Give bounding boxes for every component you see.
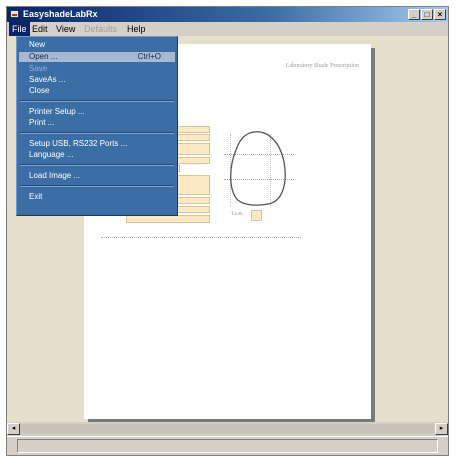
maximize-button[interactable]: □	[421, 9, 433, 20]
app-window: EasyshadeLabRx _ □ × File Edit View Defa…	[6, 6, 449, 456]
menu-item-save[interactable]: Save	[19, 64, 175, 74]
menu-separator	[20, 132, 174, 134]
menu-item-new[interactable]: New	[19, 40, 175, 50]
horizontal-scrollbar[interactable]: ◂ ▸	[7, 422, 448, 436]
menu-item-exit[interactable]: Exit	[19, 192, 175, 202]
menu-bar: File Edit View Defaults Help	[7, 22, 448, 36]
menu-item-saveas[interactable]: SaveAs ...	[19, 75, 175, 85]
file-dropdown-menu: New Open ... Ctrl+O Save SaveAs ... Close…	[16, 36, 178, 216]
menu-separator	[20, 100, 174, 102]
menu-view[interactable]: View	[53, 22, 78, 36]
menu-item-close[interactable]: Close	[19, 86, 175, 96]
menu-item-print[interactable]: Print ...	[19, 118, 175, 128]
menu-edit[interactable]: Edit	[29, 22, 51, 36]
tooth-shade-box[interactable]	[251, 210, 262, 221]
open-shortcut: Ctrl+O	[137, 52, 161, 61]
tooth-label: Tooth	[231, 212, 243, 217]
menu-defaults[interactable]: Defaults	[81, 22, 120, 36]
form-field[interactable]	[126, 215, 210, 223]
minimize-button[interactable]: _	[408, 9, 420, 20]
close-button[interactable]: ×	[434, 9, 446, 20]
title-bar[interactable]: EasyshadeLabRx _ □ ×	[7, 7, 448, 22]
menu-separator	[20, 164, 174, 166]
scroll-right-button[interactable]: ▸	[435, 423, 448, 435]
status-text	[17, 439, 438, 453]
menu-item-open[interactable]: Open ... Ctrl+O	[19, 52, 175, 62]
app-icon	[10, 10, 19, 18]
menu-file[interactable]: File	[9, 22, 30, 36]
window-controls: _ □ ×	[408, 9, 446, 20]
scroll-left-button[interactable]: ◂	[7, 423, 20, 435]
menu-help[interactable]: Help	[124, 22, 149, 36]
menu-item-language[interactable]: Language ...	[19, 150, 175, 160]
tooth-outline	[230, 131, 286, 206]
menu-item-printer-setup[interactable]: Printer Setup ...	[19, 107, 175, 117]
document-title: Laboratory Shade Prescription	[285, 63, 359, 69]
window-title: EasyshadeLabRx	[23, 9, 98, 19]
scroll-track[interactable]	[20, 424, 435, 434]
menu-separator	[20, 185, 174, 187]
divider-dotted	[101, 237, 301, 238]
menu-item-setup-ports[interactable]: Setup USB, RS232 Ports ...	[19, 139, 175, 149]
status-bar	[7, 436, 448, 455]
menu-item-load-image[interactable]: Load Image ...	[19, 171, 175, 181]
